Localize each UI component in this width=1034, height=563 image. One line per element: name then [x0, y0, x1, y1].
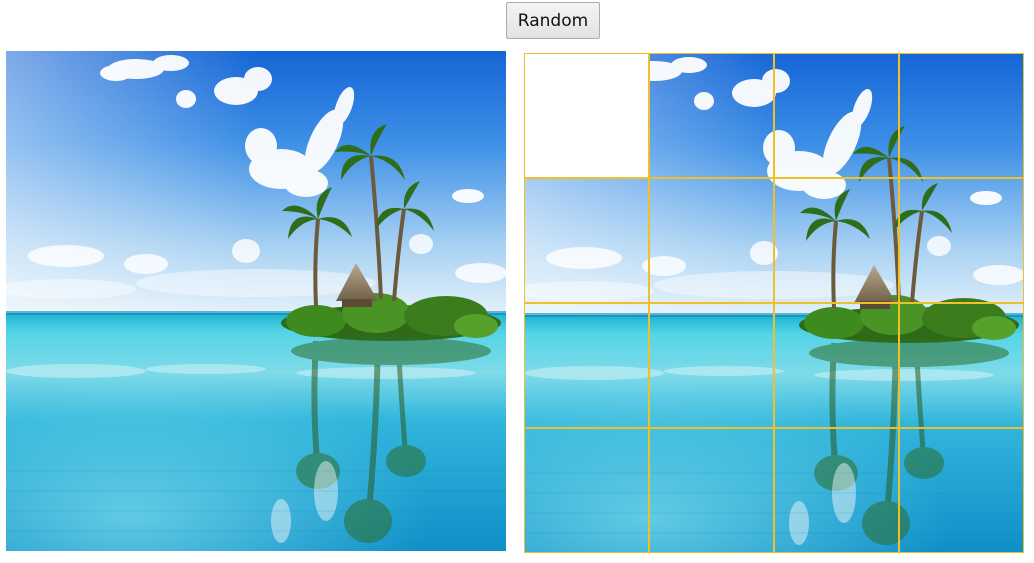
tile-image-piece [774, 53, 899, 178]
tile-image-piece [774, 178, 899, 303]
puzzle-tile-7[interactable] [899, 178, 1024, 303]
puzzle-tile-8[interactable] [524, 303, 649, 428]
tile-image-piece [524, 428, 649, 553]
puzzle-tile-2[interactable] [774, 53, 899, 178]
tile-image-piece [774, 428, 899, 553]
reference-image [6, 51, 506, 551]
tile-image-piece [899, 178, 1024, 303]
tile-image-piece [649, 178, 774, 303]
puzzle-tile-4[interactable] [524, 178, 649, 303]
puzzle-tile-11[interactable] [899, 303, 1024, 428]
puzzle-tile-3[interactable] [899, 53, 1024, 178]
empty-tile[interactable] [524, 53, 649, 178]
tile-image-piece [524, 178, 649, 303]
tile-image-piece [524, 303, 649, 428]
random-button[interactable]: Random [506, 2, 600, 39]
tile-image-piece [649, 428, 774, 553]
puzzle-tile-5[interactable] [649, 178, 774, 303]
puzzle-tile-12[interactable] [524, 428, 649, 553]
tile-image-piece [899, 428, 1024, 553]
tile-image-piece [649, 53, 774, 178]
puzzle-tile-6[interactable] [774, 178, 899, 303]
puzzle-board [524, 53, 1024, 553]
puzzle-tile-1[interactable] [649, 53, 774, 178]
tile-image-piece [649, 303, 774, 428]
puzzle-tile-10[interactable] [774, 303, 899, 428]
island-scene-image [6, 51, 506, 551]
puzzle-tile-9[interactable] [649, 303, 774, 428]
puzzle-tile-14[interactable] [774, 428, 899, 553]
tile-image-piece [774, 303, 899, 428]
tile-image-piece [899, 53, 1024, 178]
puzzle-tile-15[interactable] [899, 428, 1024, 553]
puzzle-tile-13[interactable] [649, 428, 774, 553]
tile-image-piece [899, 303, 1024, 428]
